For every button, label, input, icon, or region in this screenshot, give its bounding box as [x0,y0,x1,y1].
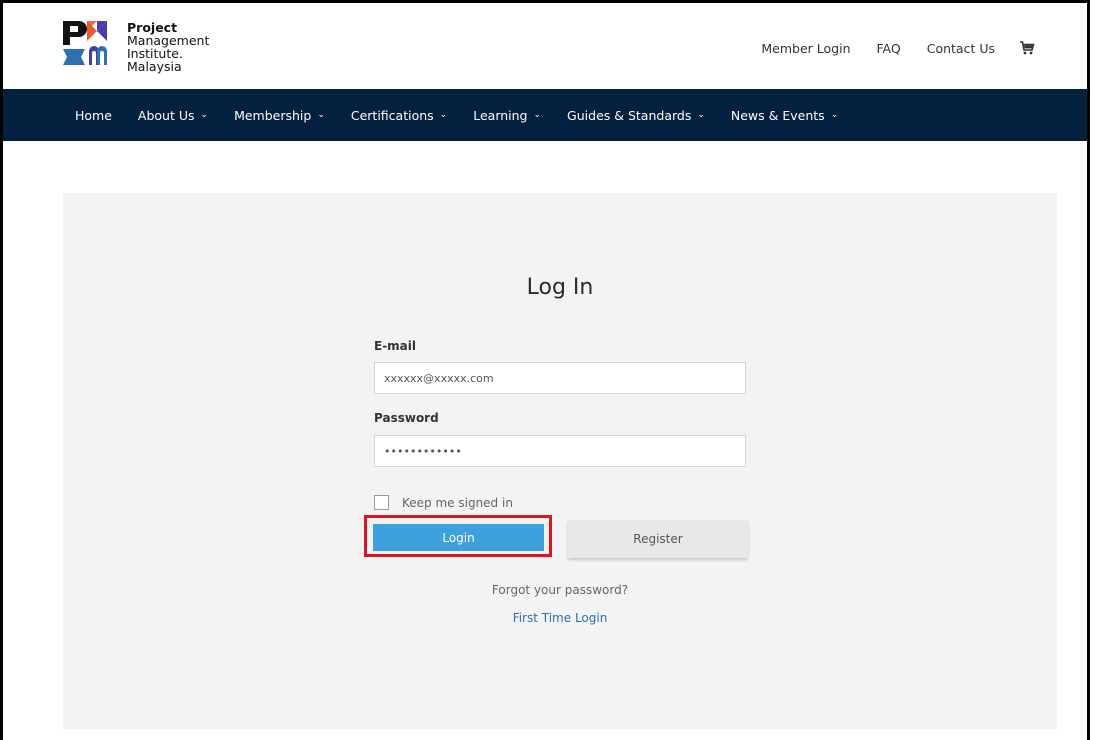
keep-signed-in[interactable]: Keep me signed in [374,495,513,510]
logo-line-4: Malaysia [127,59,182,74]
email-label: E-mail [374,339,417,353]
first-time-login-link[interactable]: First Time Login [63,611,1057,625]
site-header: Project Management Institute. Malaysia M… [3,3,1087,89]
nav-label: About Us [137,107,195,123]
email-field[interactable] [374,362,746,394]
nav-item-certifications[interactable]: Certifications ⌄ [351,108,447,123]
nav-label: Guides & Standards [567,107,692,123]
nav-item-learning[interactable]: Learning ⌄ [473,108,541,123]
chevron-down-icon: ⌄ [317,110,325,120]
keep-signed-in-label: Keep me signed in [402,495,513,510]
chevron-down-icon: ⌄ [697,110,705,120]
main-nav: Home About Us ⌄ Membership ⌄ Certification… [3,89,1087,141]
cart-icon[interactable] [1019,40,1035,56]
login-button-highlight: Login [364,515,552,557]
chevron-down-icon: ⌄ [830,110,839,120]
header-links: Member Login FAQ Contact Us [735,40,1035,56]
member-login-link[interactable]: Member Login [761,41,850,56]
nav-item-home[interactable]: Home [75,108,112,123]
nav-label: Home [75,107,112,123]
nav-label: Membership [234,107,312,123]
logo-wordmark: Project Management Institute. Malaysia [127,21,209,73]
forgot-password-link[interactable]: Forgot your password? [63,583,1057,597]
password-label: Password [374,411,439,425]
nav-item-about-us[interactable]: About Us ⌄ [138,108,208,123]
chevron-down-icon: ⌄ [439,110,448,120]
register-button[interactable]: Register [568,520,748,558]
nav-item-membership[interactable]: Membership ⌄ [234,108,325,123]
nav-label: Certifications [350,107,434,123]
nav-label: News & Events [730,107,825,123]
pmi-logo-icon [63,21,107,65]
page-title: Log In [526,275,594,300]
faq-link[interactable]: FAQ [877,41,901,56]
password-field[interactable] [374,435,746,467]
chevron-down-icon: ⌄ [200,110,209,120]
nav-item-guides-standards[interactable]: Guides & Standards ⌄ [567,108,705,123]
pmi-malaysia-logo[interactable]: Project Management Institute. Malaysia [61,15,261,79]
nav-item-news-events[interactable]: News & Events ⌄ [731,108,838,123]
login-button[interactable]: Login [373,524,544,551]
chevron-down-icon: ⌄ [533,110,542,120]
page-frame: Project Management Institute. Malaysia M… [0,0,1090,740]
contact-us-link[interactable]: Contact Us [927,41,995,56]
nav-label: Learning [473,107,528,123]
login-panel: Log In E-mail Password Keep me signed in… [63,193,1057,729]
keep-signed-in-checkbox[interactable] [374,495,389,510]
